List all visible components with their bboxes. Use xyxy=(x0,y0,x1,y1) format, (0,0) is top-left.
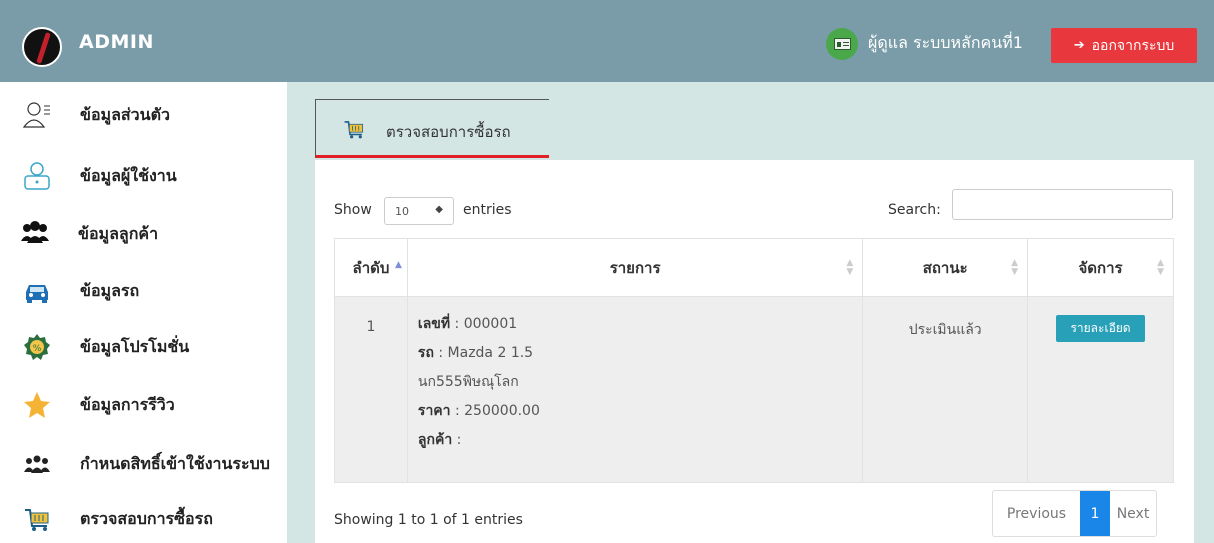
sidebar-item-customers[interactable]: ข้อมูลลูกค้า xyxy=(0,215,287,253)
cell-status: ประเมินแล้ว xyxy=(862,296,1029,483)
sort-icon: ▲ ▼ xyxy=(1011,258,1019,277)
table-row: 1 เลขที่ : 000001 รถ : Mazda 2 1.5 นก555… xyxy=(334,296,1174,483)
cart-icon xyxy=(22,504,52,534)
details-button[interactable]: รายละเอียด xyxy=(1056,315,1146,342)
sidebar-item-cars[interactable]: ข้อมูลรถ xyxy=(0,272,287,310)
logout-button[interactable]: ➔ ออกจากระบบ xyxy=(1051,28,1197,63)
car-icon xyxy=(22,276,52,306)
tab-label: ตรวจสอบการซื้อรถ xyxy=(386,123,511,141)
table-info: Showing 1 to 1 of 1 entries xyxy=(334,512,523,528)
logo[interactable] xyxy=(22,27,62,67)
detail-line-number: เลขที่ : 000001 xyxy=(417,316,518,332)
svg-text:%: % xyxy=(33,344,42,354)
show-label: Show xyxy=(334,202,372,218)
cell-index: 1 xyxy=(334,296,408,483)
sort-icon: ▲ ▼ xyxy=(846,258,854,277)
select-arrow-icon: ◆ xyxy=(435,204,443,215)
id-card-icon xyxy=(826,28,858,60)
entries-select[interactable]: 10 ◆ xyxy=(384,197,454,225)
sidebar: ข้อมูลส่วนตัว ข้อมูลผู้ใช้งาน ข้อมูลลูกค… xyxy=(0,82,287,543)
column-header-index[interactable]: ลำดับ ▲ xyxy=(334,238,408,297)
star-icon xyxy=(22,390,52,420)
detail-line-plate: นก555พิษณุโลก xyxy=(417,374,519,390)
sidebar-item-purchase-check[interactable]: ตรวจสอบการซื้อรถ xyxy=(0,500,287,538)
cart-icon xyxy=(342,118,366,140)
sidebar-item-label: ข้อมูลรถ xyxy=(80,280,140,300)
search-input[interactable] xyxy=(952,189,1173,220)
logout-label: ออกจากระบบ xyxy=(1091,37,1175,54)
cell-manage: รายละเอียด xyxy=(1027,296,1174,483)
column-header-item[interactable]: รายการ ▲ ▼ xyxy=(406,238,864,297)
customers-icon xyxy=(20,219,50,249)
sidebar-item-permissions[interactable]: กำหนดสิทธิ์เข้าใช้งานระบบ xyxy=(0,445,287,483)
purchase-table: ลำดับ ▲ รายการ ▲▼ สถานะ ▲▼ จัดการ ▲▼ xyxy=(334,238,1174,483)
user-desk-icon xyxy=(22,161,52,191)
group-icon xyxy=(22,449,52,479)
column-header-manage[interactable]: จัดการ ▲ ▼ xyxy=(1027,238,1174,297)
previous-page-button[interactable]: Previous xyxy=(993,491,1080,536)
table-header-row: ลำดับ ▲ รายการ ▲ ▼ สถานะ ▲ ▼ จัดการ ▲ ▼ xyxy=(334,238,1174,297)
column-header-status[interactable]: สถานะ ▲ ▼ xyxy=(862,238,1029,297)
sidebar-item-users[interactable]: ข้อมูลผู้ใช้งาน xyxy=(0,157,287,195)
sort-icon: ▲ ▼ xyxy=(1157,258,1164,277)
sidebar-item-profile[interactable]: ข้อมูลส่วนตัว xyxy=(0,96,287,134)
detail-line-customer: ลูกค้า : xyxy=(417,432,462,448)
search-label: Search: xyxy=(888,202,941,218)
sidebar-item-promotions[interactable]: % ข้อมูลโปรโมชั่น xyxy=(0,328,287,366)
profile-icon xyxy=(22,100,52,130)
sidebar-item-label: ข้อมูลส่วนตัว xyxy=(80,104,170,124)
tab-purchase-check[interactable]: ตรวจสอบการซื้อรถ xyxy=(315,99,549,158)
page-button-1[interactable]: 1 xyxy=(1080,491,1110,536)
sidebar-item-reviews[interactable]: ข้อมูลการรีวิว xyxy=(0,386,287,424)
sidebar-item-label: กำหนดสิทธิ์เข้าใช้งานระบบ xyxy=(80,453,270,473)
sidebar-item-label: ตรวจสอบการซื้อรถ xyxy=(80,508,213,528)
sidebar-item-label: ข้อมูลโปรโมชั่น xyxy=(80,336,190,356)
sidebar-item-label: ข้อมูลผู้ใช้งาน xyxy=(80,165,177,185)
main-content: ตรวจสอบการซื้อรถ Show 10 ◆ entries Searc… xyxy=(287,82,1214,543)
pagination: Previous 1 Next xyxy=(992,490,1157,537)
user-label: ผู้ดูแล ระบบหลักคนที่1 xyxy=(868,33,1023,52)
sign-out-icon: ➔ xyxy=(1073,38,1085,53)
top-navbar: ADMIN ผู้ดูแล ระบบหลักคนที่1 ➔ ออกจากระบ… xyxy=(0,0,1214,82)
detail-line-price: ราคา : 250000.00 xyxy=(417,403,540,419)
cell-details: เลขที่ : 000001 รถ : Mazda 2 1.5 นก555พิ… xyxy=(406,296,864,483)
sidebar-item-label: ข้อมูลลูกค้า xyxy=(78,223,159,243)
promotion-icon: % xyxy=(22,332,52,362)
sidebar-item-label: ข้อมูลการรีวิว xyxy=(80,394,175,414)
entries-label: entries xyxy=(463,202,512,218)
sort-asc-icon: ▲ xyxy=(395,260,402,270)
logo-mark xyxy=(36,32,51,64)
table-panel: Show 10 ◆ entries Search: ลำดับ ▲ รายการ… xyxy=(315,160,1194,543)
detail-line-car: รถ : Mazda 2 1.5 xyxy=(417,345,534,361)
app-title: ADMIN xyxy=(79,31,154,53)
entries-select-value: 10 xyxy=(395,204,409,218)
next-page-button[interactable]: Next xyxy=(1110,491,1156,536)
